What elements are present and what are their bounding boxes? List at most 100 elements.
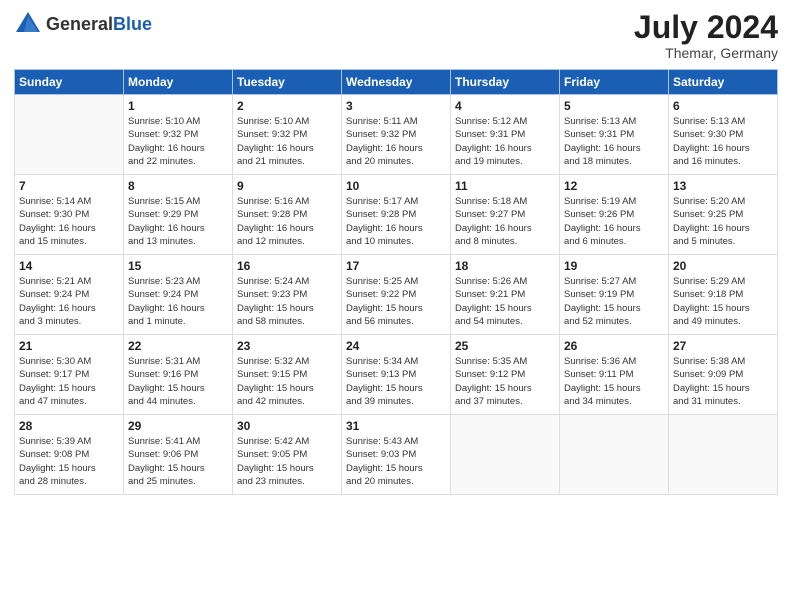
day-info: Sunrise: 5:14 AM Sunset: 9:30 PM Dayligh… xyxy=(19,195,119,248)
calendar-cell: 14 Sunrise: 5:21 AM Sunset: 9:24 PM Dayli… xyxy=(15,255,124,335)
week-row-4: 21Sunrise: 5:30 AM Sunset: 9:17 PM Dayli… xyxy=(15,335,778,415)
day-info: Sunrise: 5:13 AM Sunset: 9:30 PM Dayligh… xyxy=(673,115,773,168)
calendar-cell: 12Sunrise: 5:19 AM Sunset: 9:26 PM Dayli… xyxy=(560,175,669,255)
day-info: Sunrise: 5:42 AM Sunset: 9:05 PM Dayligh… xyxy=(237,435,337,488)
header-tuesday: Tuesday xyxy=(233,70,342,95)
day-number: 29 xyxy=(128,419,228,433)
day-info: Sunrise: 5:21 AM Sunset: 9:24 PM Dayligh… xyxy=(19,275,119,328)
calendar-body: 1 Sunrise: 5:10 AM Sunset: 9:32 PM Daylig… xyxy=(15,95,778,495)
calendar-cell: 31 Sunrise: 5:43 AM Sunset: 9:03 PM Dayli… xyxy=(342,415,451,495)
day-number: 20 xyxy=(673,259,773,273)
calendar-cell: 29 Sunrise: 5:41 AM Sunset: 9:06 PM Dayli… xyxy=(124,415,233,495)
day-number: 5 xyxy=(564,99,664,113)
calendar-header: Sunday Monday Tuesday Wednesday Thursday… xyxy=(15,70,778,95)
day-info: Sunrise: 5:11 AM Sunset: 9:32 PM Dayligh… xyxy=(346,115,446,168)
header-monday: Monday xyxy=(124,70,233,95)
day-number: 19 xyxy=(564,259,664,273)
day-number: 4 xyxy=(455,99,555,113)
logo-blue: Blue xyxy=(113,14,152,34)
day-number: 28 xyxy=(19,419,119,433)
day-info: Sunrise: 5:23 AM Sunset: 9:24 PM Dayligh… xyxy=(128,275,228,328)
day-number: 18 xyxy=(455,259,555,273)
day-number: 14 xyxy=(19,259,119,273)
location: Themar, Germany xyxy=(634,45,778,61)
week-row-3: 14 Sunrise: 5:21 AM Sunset: 9:24 PM Dayli… xyxy=(15,255,778,335)
calendar-cell xyxy=(669,415,778,495)
calendar-cell: 26 Sunrise: 5:36 AM Sunset: 9:11 PM Dayli… xyxy=(560,335,669,415)
logo-icon xyxy=(14,10,42,38)
day-number: 12 xyxy=(564,179,664,193)
day-info: Sunrise: 5:17 AM Sunset: 9:28 PM Dayligh… xyxy=(346,195,446,248)
calendar-cell: 19Sunrise: 5:27 AM Sunset: 9:19 PM Dayli… xyxy=(560,255,669,335)
day-info: Sunrise: 5:41 AM Sunset: 9:06 PM Dayligh… xyxy=(128,435,228,488)
day-info: Sunrise: 5:34 AM Sunset: 9:13 PM Dayligh… xyxy=(346,355,446,408)
calendar-cell: 13 Sunrise: 5:20 AM Sunset: 9:25 PM Dayli… xyxy=(669,175,778,255)
header-saturday: Saturday xyxy=(669,70,778,95)
calendar-cell: 15 Sunrise: 5:23 AM Sunset: 9:24 PM Dayli… xyxy=(124,255,233,335)
day-info: Sunrise: 5:39 AM Sunset: 9:08 PM Dayligh… xyxy=(19,435,119,488)
day-number: 16 xyxy=(237,259,337,273)
page-container: GeneralBlue July 2024 Themar, Germany Su… xyxy=(0,0,792,612)
day-number: 15 xyxy=(128,259,228,273)
calendar-cell: 30 Sunrise: 5:42 AM Sunset: 9:05 PM Dayli… xyxy=(233,415,342,495)
month-year: July 2024 xyxy=(634,10,778,45)
day-info: Sunrise: 5:15 AM Sunset: 9:29 PM Dayligh… xyxy=(128,195,228,248)
calendar-cell: 22Sunrise: 5:31 AM Sunset: 9:16 PM Dayli… xyxy=(124,335,233,415)
header: GeneralBlue July 2024 Themar, Germany xyxy=(14,10,778,61)
calendar-cell: 16Sunrise: 5:24 AM Sunset: 9:23 PM Dayli… xyxy=(233,255,342,335)
day-info: Sunrise: 5:13 AM Sunset: 9:31 PM Dayligh… xyxy=(564,115,664,168)
day-info: Sunrise: 5:43 AM Sunset: 9:03 PM Dayligh… xyxy=(346,435,446,488)
day-info: Sunrise: 5:12 AM Sunset: 9:31 PM Dayligh… xyxy=(455,115,555,168)
calendar-cell: 25 Sunrise: 5:35 AM Sunset: 9:12 PM Dayli… xyxy=(451,335,560,415)
logo: GeneralBlue xyxy=(14,10,152,38)
day-info: Sunrise: 5:38 AM Sunset: 9:09 PM Dayligh… xyxy=(673,355,773,408)
day-info: Sunrise: 5:26 AM Sunset: 9:21 PM Dayligh… xyxy=(455,275,555,328)
day-info: Sunrise: 5:20 AM Sunset: 9:25 PM Dayligh… xyxy=(673,195,773,248)
calendar-cell: 6 Sunrise: 5:13 AM Sunset: 9:30 PM Daylig… xyxy=(669,95,778,175)
day-number: 23 xyxy=(237,339,337,353)
day-number: 13 xyxy=(673,179,773,193)
day-number: 24 xyxy=(346,339,446,353)
calendar-cell xyxy=(560,415,669,495)
calendar-cell: 3Sunrise: 5:11 AM Sunset: 9:32 PM Daylig… xyxy=(342,95,451,175)
logo-general: General xyxy=(46,14,113,34)
day-info: Sunrise: 5:10 AM Sunset: 9:32 PM Dayligh… xyxy=(128,115,228,168)
day-number: 10 xyxy=(346,179,446,193)
day-number: 25 xyxy=(455,339,555,353)
day-number: 31 xyxy=(346,419,446,433)
day-info: Sunrise: 5:36 AM Sunset: 9:11 PM Dayligh… xyxy=(564,355,664,408)
week-row-1: 1 Sunrise: 5:10 AM Sunset: 9:32 PM Daylig… xyxy=(15,95,778,175)
day-number: 8 xyxy=(128,179,228,193)
day-number: 30 xyxy=(237,419,337,433)
calendar-table: Sunday Monday Tuesday Wednesday Thursday… xyxy=(14,69,778,495)
calendar-cell: 4 Sunrise: 5:12 AM Sunset: 9:31 PM Daylig… xyxy=(451,95,560,175)
day-number: 22 xyxy=(128,339,228,353)
day-info: Sunrise: 5:16 AM Sunset: 9:28 PM Dayligh… xyxy=(237,195,337,248)
week-row-2: 7 Sunrise: 5:14 AM Sunset: 9:30 PM Daylig… xyxy=(15,175,778,255)
day-number: 1 xyxy=(128,99,228,113)
calendar-cell: 7 Sunrise: 5:14 AM Sunset: 9:30 PM Daylig… xyxy=(15,175,124,255)
header-friday: Friday xyxy=(560,70,669,95)
calendar-cell: 11Sunrise: 5:18 AM Sunset: 9:27 PM Dayli… xyxy=(451,175,560,255)
day-number: 21 xyxy=(19,339,119,353)
calendar-cell: 17Sunrise: 5:25 AM Sunset: 9:22 PM Dayli… xyxy=(342,255,451,335)
calendar-cell: 24 Sunrise: 5:34 AM Sunset: 9:13 PM Dayli… xyxy=(342,335,451,415)
calendar-cell: 2Sunrise: 5:10 AM Sunset: 9:32 PM Daylig… xyxy=(233,95,342,175)
header-wednesday: Wednesday xyxy=(342,70,451,95)
week-row-5: 28 Sunrise: 5:39 AM Sunset: 9:08 PM Dayli… xyxy=(15,415,778,495)
calendar-cell: 27Sunrise: 5:38 AM Sunset: 9:09 PM Dayli… xyxy=(669,335,778,415)
header-sunday: Sunday xyxy=(15,70,124,95)
day-number: 11 xyxy=(455,179,555,193)
day-number: 6 xyxy=(673,99,773,113)
title-block: July 2024 Themar, Germany xyxy=(634,10,778,61)
calendar-cell: 23Sunrise: 5:32 AM Sunset: 9:15 PM Dayli… xyxy=(233,335,342,415)
calendar-cell xyxy=(15,95,124,175)
calendar-cell: 21Sunrise: 5:30 AM Sunset: 9:17 PM Dayli… xyxy=(15,335,124,415)
day-info: Sunrise: 5:35 AM Sunset: 9:12 PM Dayligh… xyxy=(455,355,555,408)
day-number: 26 xyxy=(564,339,664,353)
calendar-cell: 18 Sunrise: 5:26 AM Sunset: 9:21 PM Dayli… xyxy=(451,255,560,335)
header-row: Sunday Monday Tuesday Wednesday Thursday… xyxy=(15,70,778,95)
day-info: Sunrise: 5:10 AM Sunset: 9:32 PM Dayligh… xyxy=(237,115,337,168)
day-number: 7 xyxy=(19,179,119,193)
calendar-cell: 9Sunrise: 5:16 AM Sunset: 9:28 PM Daylig… xyxy=(233,175,342,255)
